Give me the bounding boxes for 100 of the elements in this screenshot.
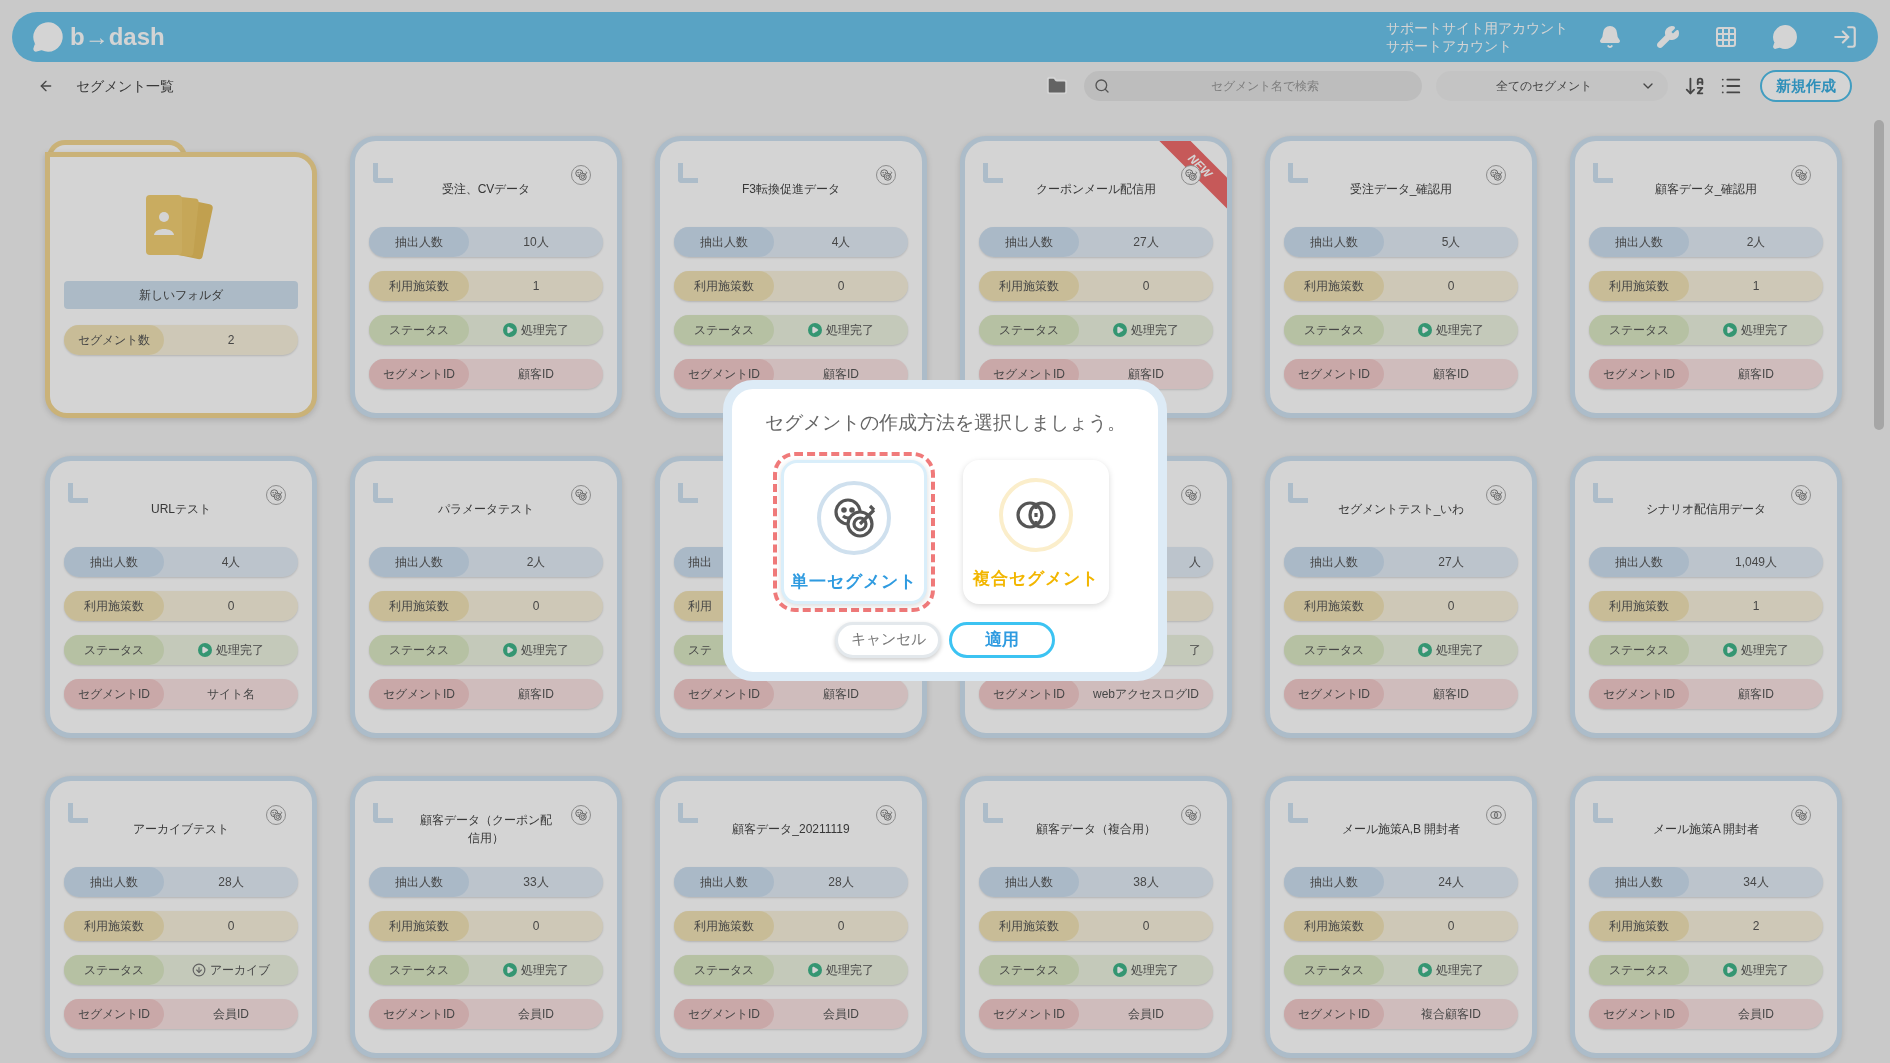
field-value: 会員ID (1738, 1006, 1774, 1023)
field-label: 抽出人数 (1005, 234, 1053, 251)
field-label: セグメントID (688, 1006, 760, 1023)
field-label: セグメントID (1298, 1006, 1370, 1023)
field-label: 利用施策数 (694, 918, 754, 935)
field-label: 抽出人数 (1615, 234, 1663, 251)
field-label: セグメントID (383, 1006, 455, 1023)
field-value: 顧客ID (518, 366, 554, 383)
field-value: 処理完了 (1131, 962, 1179, 979)
field-label: ステータス (389, 962, 449, 979)
field-value: 会員ID (1128, 1006, 1164, 1023)
field-label: セグメントID (993, 1006, 1065, 1023)
card-title: セグメントテスト_いわ (1337, 501, 1465, 518)
field-value: 顧客ID (1738, 686, 1774, 703)
field-value: 顧客ID (1738, 366, 1774, 383)
field-label: 抽出人数 (90, 874, 138, 891)
field-value: 2 (227, 332, 235, 349)
field-value: 1 (1752, 278, 1760, 295)
field-label: 抽出人数 (395, 554, 443, 571)
field-label: セグメントID (1603, 366, 1675, 383)
field-label: 抽出人数 (395, 234, 443, 251)
field-value: 2人 (1746, 234, 1766, 251)
field-value: 0 (1142, 918, 1150, 935)
field-value: 了 (1189, 642, 1201, 659)
field-value: 5人 (1441, 234, 1461, 251)
field-value: アーカイブ (210, 962, 270, 979)
field-value: 複合顧客ID (1421, 1006, 1481, 1023)
field-label: 利用施策数 (694, 278, 754, 295)
field-value: 28人 (218, 874, 244, 891)
field-label: 利用施策数 (389, 598, 449, 615)
card-title: F3転換促進データ (742, 181, 840, 198)
field-label: ステータス (999, 322, 1059, 339)
field-value: 2 (1752, 918, 1760, 935)
card-title: クーポンメール配信用 (1036, 181, 1156, 198)
field-label: ステータス (1609, 322, 1669, 339)
field-value: 0 (1142, 278, 1150, 295)
field-value: 1,049人 (1735, 554, 1777, 571)
field-label: 抽出人数 (90, 554, 138, 571)
card-title: 顧客データ（複合用） (1036, 821, 1156, 838)
field-value: 0 (837, 918, 845, 935)
card-title: メール施策A,B 開封者 (1341, 821, 1461, 838)
field-label: ステータス (389, 322, 449, 339)
field-value: 処理完了 (521, 322, 569, 339)
field-label: ステータス (84, 962, 144, 979)
field-label: 利用施策数 (84, 918, 144, 935)
field-value: 0 (532, 918, 540, 935)
field-value: 処理完了 (1436, 962, 1484, 979)
field-value: 顧客ID (1433, 686, 1469, 703)
field-label: 抽出人数 (1615, 554, 1663, 571)
card-title: アーカイブテスト (133, 821, 229, 838)
card-title: 受注、CVデータ (441, 181, 531, 198)
field-label: ステータス (694, 322, 754, 339)
field-value: 顧客ID (823, 366, 859, 383)
field-value: 処理完了 (216, 642, 264, 659)
field-label: ステータス (1304, 642, 1364, 659)
field-value: 2人 (526, 554, 546, 571)
field-label: 利用施策数 (389, 278, 449, 295)
field-value: 処理完了 (1741, 322, 1789, 339)
field-value: 会員ID (213, 1006, 249, 1023)
field-label: 抽出人数 (1310, 554, 1358, 571)
card-title: 顧客データ_20211119 (732, 821, 850, 838)
field-value: 0 (227, 918, 235, 935)
field-label: セグメントID (1298, 686, 1370, 703)
field-value: 0 (227, 598, 235, 615)
card-title: 顧客データ_確認用 (1654, 181, 1758, 198)
field-label: セグメントID (993, 686, 1065, 703)
field-value: webアクセスログID (1093, 686, 1199, 703)
field-value: 0 (1447, 278, 1455, 295)
card-title: メール施策A 開封者 (1652, 821, 1760, 838)
field-value: 顧客ID (1433, 366, 1469, 383)
field-value: 10人 (523, 234, 549, 251)
card-title: URLテスト (151, 501, 211, 518)
field-label: セグメント数 (78, 332, 150, 349)
field-value: 28人 (828, 874, 854, 891)
field-value: 処理完了 (1131, 322, 1179, 339)
option-label: 単一セグメント (791, 570, 917, 593)
field-value: 処理完了 (1436, 642, 1484, 659)
field-label: 利用施策数 (1304, 278, 1364, 295)
field-label: 利用施策数 (1609, 278, 1669, 295)
field-value: 処理完了 (826, 322, 874, 339)
field-label: 利用施策数 (999, 278, 1059, 295)
field-label: セグメントID (383, 686, 455, 703)
field-value: 会員ID (518, 1006, 554, 1023)
field-value: 顧客ID (823, 686, 859, 703)
card-title: 受注データ_確認用 (1349, 181, 1453, 198)
field-value: 処理完了 (826, 962, 874, 979)
field-value: 27人 (1133, 234, 1159, 251)
card-title: 顧客データ（クーポン配信用） (419, 812, 553, 847)
field-label: ステータス (84, 642, 144, 659)
field-value: 4人 (831, 234, 851, 251)
field-value: 人 (1189, 554, 1201, 571)
field-label: 利用施策数 (1304, 598, 1364, 615)
field-label: 抽出人数 (1310, 234, 1358, 251)
field-label: 抽出人数 (700, 234, 748, 251)
field-label: 抽出人数 (700, 874, 748, 891)
field-label: セグメントID (688, 366, 760, 383)
field-label: セグメントID (78, 1006, 150, 1023)
field-value: 38人 (1133, 874, 1159, 891)
field-value: 0 (1447, 918, 1455, 935)
field-value: 会員ID (823, 1006, 859, 1023)
